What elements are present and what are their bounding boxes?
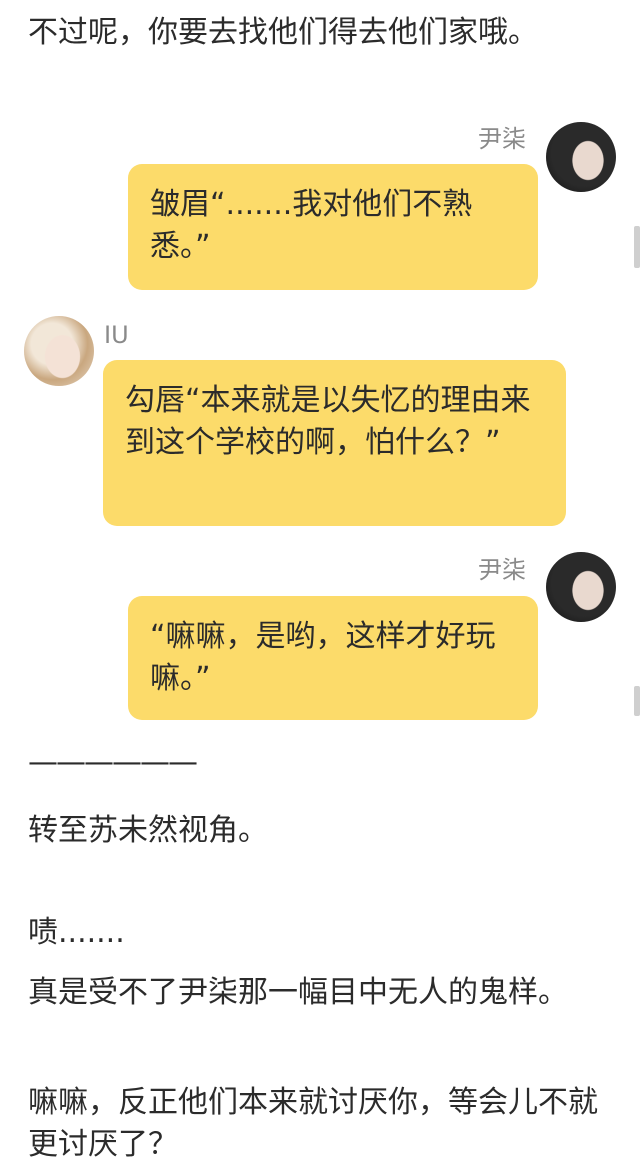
scroll-indicator — [634, 686, 640, 716]
avatar-iu[interactable] — [24, 316, 94, 386]
speaker-name: IU — [104, 321, 129, 349]
chat-bubble: “嘛嘛，是哟，这样才好玩嘛。” — [128, 596, 538, 720]
chat-bubble: 皱眉“.......我对他们不熟悉。” — [128, 164, 538, 290]
narration-top: 不过呢，你要去找他们得去他们家哦。 — [28, 15, 538, 50]
narration-text: 嘛嘛，反正他们本来就讨厌你，等会儿不就更讨厌了？ — [28, 1085, 598, 1162]
narration-text: 啧....... — [28, 915, 125, 950]
section-divider: —————— — [28, 745, 198, 780]
avatar-yinqi[interactable] — [546, 552, 616, 622]
narration-text: 转至苏未然视角。 — [28, 813, 268, 848]
scroll-indicator — [634, 226, 640, 268]
speaker-name: 尹柒 — [478, 125, 526, 153]
narration-text: 真是受不了尹柒那一幅目中无人的鬼样。 — [28, 975, 568, 1010]
avatar-yinqi[interactable] — [546, 122, 616, 192]
speaker-name: 尹柒 — [478, 556, 526, 584]
chat-bubble: 勾唇“本来就是以失忆的理由来到这个学校的啊，怕什么？” — [103, 360, 566, 526]
